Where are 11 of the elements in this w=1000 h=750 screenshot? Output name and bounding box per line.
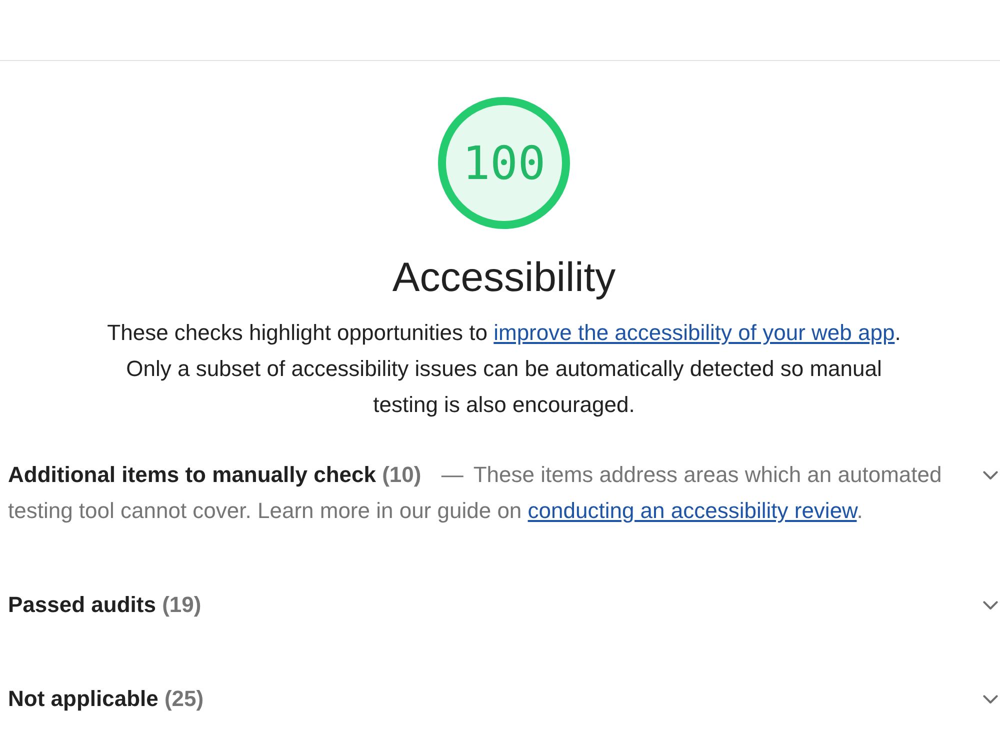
score-value: 100 [462, 140, 546, 186]
chevron-down-icon[interactable] [983, 601, 998, 610]
audit-group-summary: Additional items to manually check (10) — These items address areas which an automated testing tool cannot cover. Learn more in our guide on conducting an accessibility review. [8, 461, 943, 525]
category-title: Accessibility [392, 254, 616, 300]
chevron-down-icon[interactable] [983, 695, 998, 704]
audit-group-summary: Not applicable (25) [8, 685, 204, 713]
review-guide-link[interactable]: conducting an accessibility review [528, 498, 857, 523]
chevron-down-icon[interactable] [983, 471, 998, 480]
audit-group-summary: Passed audits (19) [8, 591, 202, 619]
category-description: These checks highlight opportunities to improve the accessibility of your web app. Only a subset of accessibility issues can be automatically detected so manual testing is also encouraged. [106, 319, 902, 419]
accessibility-link[interactable]: improve the accessibility of your web app [494, 320, 895, 345]
